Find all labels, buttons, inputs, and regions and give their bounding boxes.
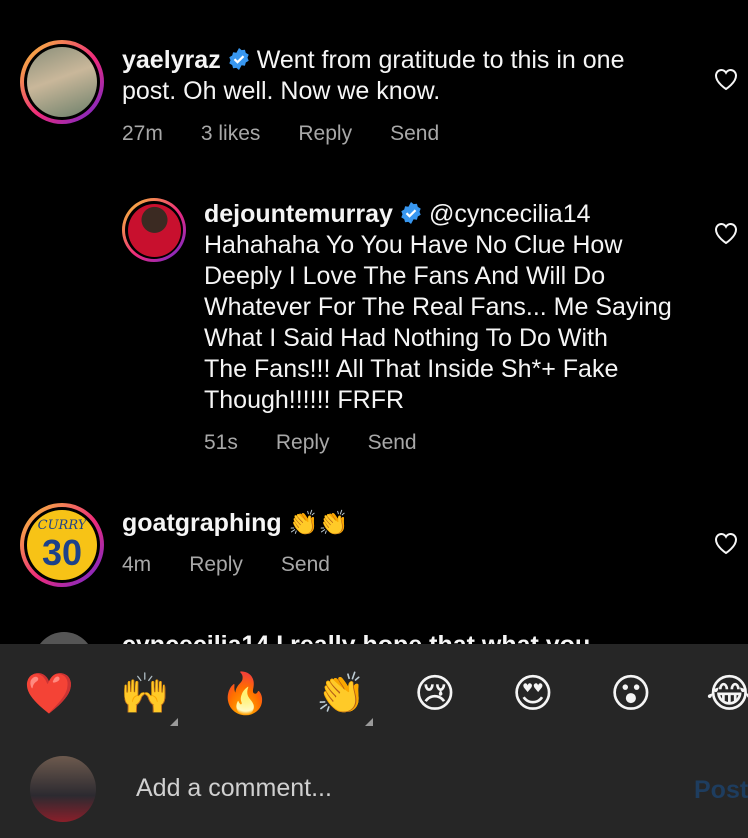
emoji-laughing[interactable]: 😂 xyxy=(706,670,748,718)
avatar-curry-text: CURRY xyxy=(37,518,87,533)
comment-time: 4m xyxy=(122,553,152,576)
username[interactable]: yaelyraz xyxy=(122,46,221,74)
send-button[interactable]: Send xyxy=(368,431,417,455)
verified-badge-icon xyxy=(401,202,421,224)
reply-button[interactable]: Reply xyxy=(298,122,352,146)
comment-text-line: What I Said Had Nothing To Do With xyxy=(204,324,608,352)
emoji-surprised[interactable]: 😮 xyxy=(610,670,652,718)
emoji-variant-indicator xyxy=(365,718,373,726)
mention-link[interactable]: @cyncecilia14 xyxy=(429,200,591,228)
comment-text: post. Oh well. Now we know. xyxy=(122,77,441,105)
comment-text-line: Whatever For The Real Fans... Me Saying xyxy=(204,293,672,321)
emoji-clapping[interactable]: 👏 xyxy=(316,670,366,718)
comment-text-line: The Fans!!! All That Inside Sh*+ Fake xyxy=(204,355,619,383)
heart-icon[interactable] xyxy=(713,531,739,555)
avatar-goatgraphing[interactable]: CURRY 30 xyxy=(20,503,104,587)
emoji-variant-indicator xyxy=(170,718,178,726)
emoji-heart-eyes[interactable]: 😍 xyxy=(512,670,554,718)
comment-text-line: Hahahaha Yo You Have No Clue How xyxy=(204,231,623,259)
current-user-avatar[interactable] xyxy=(30,756,96,822)
username[interactable]: dejountemurray xyxy=(204,200,393,228)
reply-button[interactable]: Reply xyxy=(276,431,330,455)
avatar-photo xyxy=(27,47,97,117)
username[interactable]: goatgraphing xyxy=(122,509,282,537)
comment-composer: Add a comment... Post xyxy=(0,744,748,838)
comment-time: 27m xyxy=(122,122,163,145)
comment-text-line: Deeply I Love The Fans And Will Do xyxy=(204,262,606,290)
likes-count[interactable]: 3 likes xyxy=(201,122,261,146)
send-button[interactable]: Send xyxy=(390,122,439,146)
comment-time: 51s xyxy=(204,431,238,454)
post-button[interactable]: Post xyxy=(694,776,748,805)
avatar-photo xyxy=(127,203,181,257)
emoji-crying[interactable]: 😢 xyxy=(414,670,456,718)
avatar-number: 30 xyxy=(41,532,83,573)
emoji-reaction-bar: ❤️ 🙌 🔥 👏 😢 😍 😮 😂 xyxy=(0,644,748,744)
emoji-fire[interactable]: 🔥 xyxy=(220,670,270,718)
send-button[interactable]: Send xyxy=(281,553,330,577)
heart-icon[interactable] xyxy=(713,221,739,245)
emoji-raised-hands[interactable]: 🙌 xyxy=(120,670,170,718)
comment-text: Went from gratitude to this in one xyxy=(256,46,625,74)
verified-badge-icon xyxy=(229,48,249,70)
emoji-heart[interactable]: ❤️ xyxy=(24,670,74,718)
heart-icon[interactable] xyxy=(713,67,739,91)
comment-emoji: 👏👏 xyxy=(288,510,349,537)
avatar-photo: CURRY 30 xyxy=(27,510,97,580)
comment-input[interactable]: Add a comment... xyxy=(136,774,332,803)
avatar-dejountemurray[interactable] xyxy=(122,198,186,262)
comment-text-line: Though!!!!!! FRFR xyxy=(204,386,405,414)
reply-button[interactable]: Reply xyxy=(189,553,243,577)
avatar-yaelyraz[interactable] xyxy=(20,40,104,124)
